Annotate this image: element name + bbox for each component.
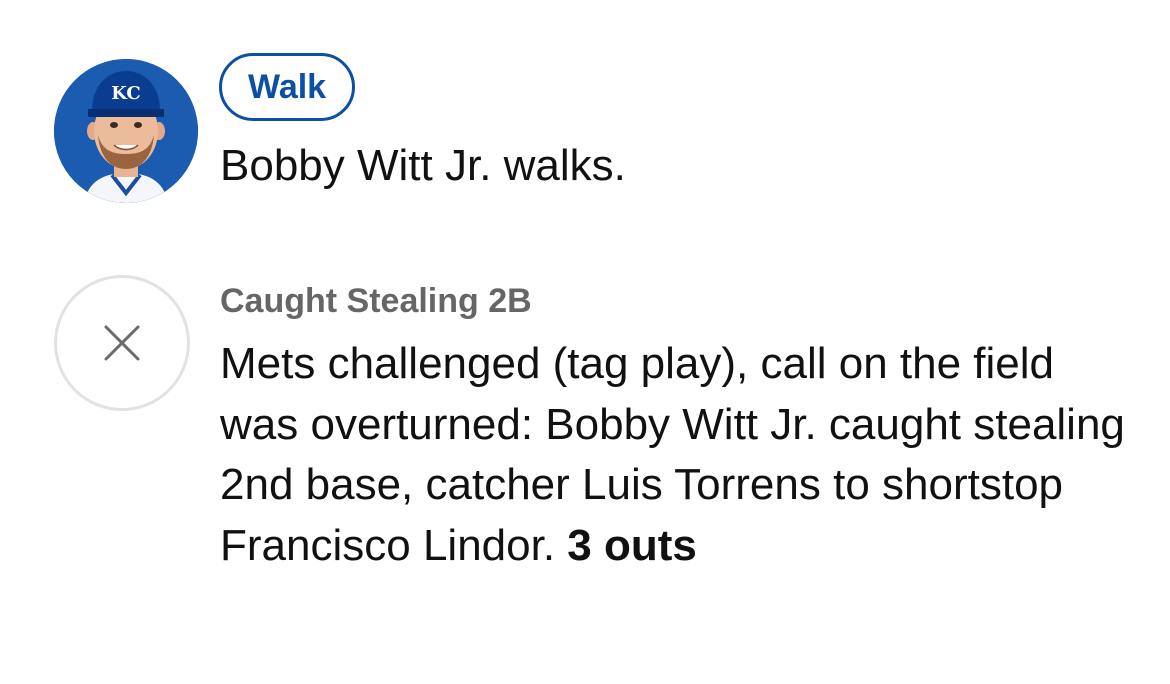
event-title: Caught Stealing 2B (220, 282, 532, 320)
cap-logo: KC (111, 83, 141, 104)
play-item-caught-stealing: Caught Stealing 2B Mets challenged (tag … (0, 262, 1170, 682)
event-badge-walk: Walk (219, 53, 356, 121)
player-avatar: KC (54, 59, 198, 203)
play-item-walk: KC Walk Bobby Witt Jr. walks. (0, 0, 1170, 230)
close-icon (104, 325, 140, 361)
outs-count: 3 outs (567, 520, 697, 570)
out-icon-circle (54, 275, 190, 411)
player-headshot-icon: KC (54, 59, 198, 203)
play-description: Mets challenged (tag play), call on the … (220, 334, 1140, 576)
play-description: Bobby Witt Jr. walks. (220, 141, 626, 190)
